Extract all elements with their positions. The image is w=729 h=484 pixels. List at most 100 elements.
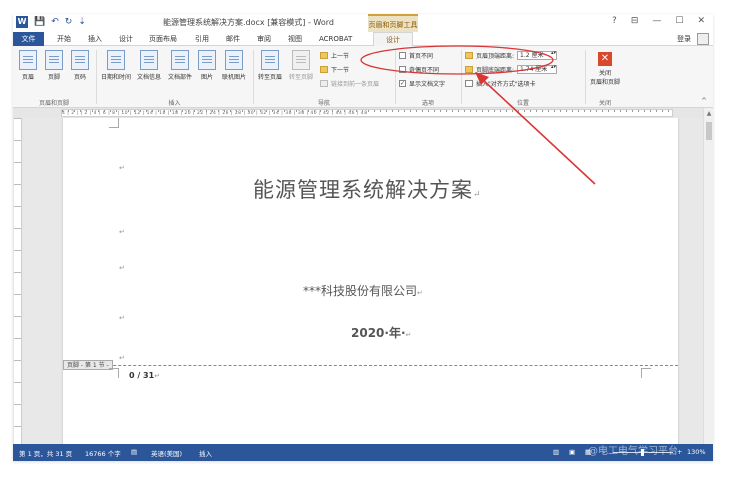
help-button[interactable]: ? [612,16,617,26]
page-number-button-label: 页码 [73,74,86,81]
collapse-ribbon-icon[interactable]: ^ [701,97,707,105]
goto-footer-label: 转至页脚 [288,74,313,81]
tab-file[interactable]: 文件 [13,32,44,46]
avatar[interactable] [697,33,709,45]
page-count-status[interactable]: 第 1 页，共 31 页 [19,448,72,458]
tab-view[interactable]: 视图 [288,32,302,46]
checkbox-unchecked[interactable] [399,52,406,59]
zoom-level[interactable]: 130% [687,448,706,456]
tab-insert[interactable]: 插入 [88,32,102,46]
proofing-icon[interactable]: ▤ [131,448,137,456]
link-to-previous-button[interactable]: 链接到前一条页眉 [320,79,379,88]
pictures-button[interactable]: 图片 [196,50,218,81]
alignment-tab-icon [465,80,473,87]
ribbon-display-options-button[interactable]: ⊟ [631,16,639,26]
scrollbar-thumb[interactable] [706,122,712,140]
ribbon-tabs: 文件 开始 插入 设计 页面布局 引用 邮件 审阅 视图 ACROBAT 设计 … [13,32,713,46]
footer-button[interactable]: 页脚 [41,50,67,81]
previous-section-button[interactable]: 上一节 [320,51,349,60]
horizontal-ruler[interactable]: 4 | 2 | | 2 | 4 | 6 | 8 | 10 | 12 | 14 |… [13,108,713,118]
margin-corner-mark [109,368,119,378]
insert-alignment-tab-button[interactable]: 插入"对齐方式"选项卡 [465,79,536,88]
group-label-close: 关闭 [598,100,611,107]
ruler-scale: 4 | 2 | | 2 | 4 | 6 | 8 | 10 | 12 | 14 |… [61,109,673,117]
group-label-position: 位置 [516,100,529,107]
tab-home[interactable]: 开始 [57,32,71,46]
footer-from-bottom-spinner[interactable]: 1.74 厘米 [517,65,558,74]
word-window: W 💾 ↶ ↻ ⇣ 能源管理系统解决方案.docx [兼容模式] - Word … [13,14,713,461]
page-number-button[interactable]: 页码 [67,50,93,81]
language-status[interactable]: 英语(美国) [151,448,182,458]
paragraph-mark: ↵ [119,314,125,322]
status-bar: 第 1 页，共 31 页 16766 个字 ▤ 英语(美国) 插入 ▥ ▣ ▦ … [13,444,713,461]
checkbox-unchecked[interactable] [399,66,406,73]
next-section-button[interactable]: 下一节 [320,65,349,74]
goto-footer-button[interactable]: 转至页脚 [286,50,316,81]
close-icon: ✕ [598,52,612,66]
group-label-navigation: 导航 [317,100,330,107]
quick-parts-icon [171,50,189,70]
redo-icon[interactable]: ↻ [65,16,73,28]
tab-design-main[interactable]: 设计 [119,32,133,46]
header-button[interactable]: 页眉 [15,50,41,81]
print-layout-icon[interactable]: ▣ [569,448,575,456]
online-pictures-button[interactable]: 联机图片 [219,50,249,81]
group-label-options: 选项 [421,100,434,107]
quick-parts-label: 文档部件 [167,74,192,81]
different-first-page-checkbox[interactable]: 首页不同 [399,51,433,60]
margin-corner-mark [641,368,651,378]
ribbon: 页眉 页脚 页码 页眉和页脚 日期和时间 文档信息 文档部件 图片 联机图片 插… [13,46,713,108]
different-first-page-label: 首页不同 [409,53,434,60]
tab-header-footer-design[interactable]: 设计 [373,32,413,46]
undo-icon[interactable]: ↶ [51,16,59,28]
watermark-text: @电工电气学习平台 [588,446,678,457]
group-divider [585,50,586,104]
close-header-footer-button[interactable]: ✕ 关闭 页眉和页脚 [588,50,622,86]
link-to-previous-label: 链接到前一条页眉 [331,81,380,88]
word-count-status[interactable]: 16766 个字 [85,448,121,458]
next-section-label: 下一节 [331,67,350,74]
goto-header-button[interactable]: 转至页眉 [255,50,285,81]
quick-parts-button[interactable]: 文档部件 [165,50,195,81]
document-year: 2020·年·↵ [351,324,411,341]
footer-page-number[interactable]: 0 / 31↵ [129,371,160,380]
group-label-insert: 插入 [168,100,181,107]
footer-from-bottom-field: 页脚底端距离: 1.74 厘米 [465,65,558,74]
vertical-scrollbar[interactable]: ▲ [703,108,713,452]
date-time-button[interactable]: 日期和时间 [99,50,133,81]
save-icon[interactable]: 💾 [34,16,45,28]
input-mode-status[interactable]: 插入 [199,448,212,458]
read-mode-icon[interactable]: ▥ [553,448,559,456]
header-from-top-spinner[interactable]: 1.2 厘米 [517,51,558,60]
header-from-top-label: 页眉顶端距离: [476,53,515,60]
show-document-text-checkbox[interactable]: ✓ 显示文档文字 [399,79,445,88]
scroll-up-icon[interactable]: ▲ [704,110,713,117]
company-name-text: ***科技股份有限公司 [303,284,418,298]
paragraph-mark: ↵ [154,372,161,380]
tab-review[interactable]: 审阅 [257,32,271,46]
document-page[interactable]: ↵ 能源管理系统解决方案↵ ↵ ↵ ↵ ***科技股份有限公司↵ 2020·年·… [63,118,678,452]
group-divider [253,50,254,104]
margin-corner-mark [109,118,119,128]
calendar-icon [107,50,125,70]
minimize-button[interactable]: — [652,16,661,26]
customize-qat-icon[interactable]: ⇣ [78,16,86,28]
document-year-text: 2020·年· [351,326,406,340]
close-header-footer-label: 关闭 页眉和页脚 [589,70,620,86]
document-info-icon [140,50,158,70]
ruler-ticks [62,110,672,112]
tab-page-layout[interactable]: 页面布局 [149,32,177,46]
context-tool-group-header: 页眉和页脚工具 [368,14,418,32]
login-link[interactable]: 登录 [677,32,691,46]
tab-acrobat[interactable]: ACROBAT [319,32,352,46]
checkbox-checked[interactable]: ✓ [399,80,406,87]
document-info-button[interactable]: 文档信息 [134,50,164,81]
show-document-text-label: 显示文档文字 [409,81,446,88]
tab-mailings[interactable]: 邮件 [226,32,240,46]
close-window-button[interactable]: ✕ [697,16,705,26]
tab-references[interactable]: 引用 [195,32,209,46]
vertical-ruler[interactable] [13,118,23,452]
insert-alignment-tab-label: 插入"对齐方式"选项卡 [476,81,536,88]
different-odd-even-checkbox[interactable]: 奇偶页不同 [399,65,439,74]
maximize-button[interactable]: ☐ [675,16,683,26]
